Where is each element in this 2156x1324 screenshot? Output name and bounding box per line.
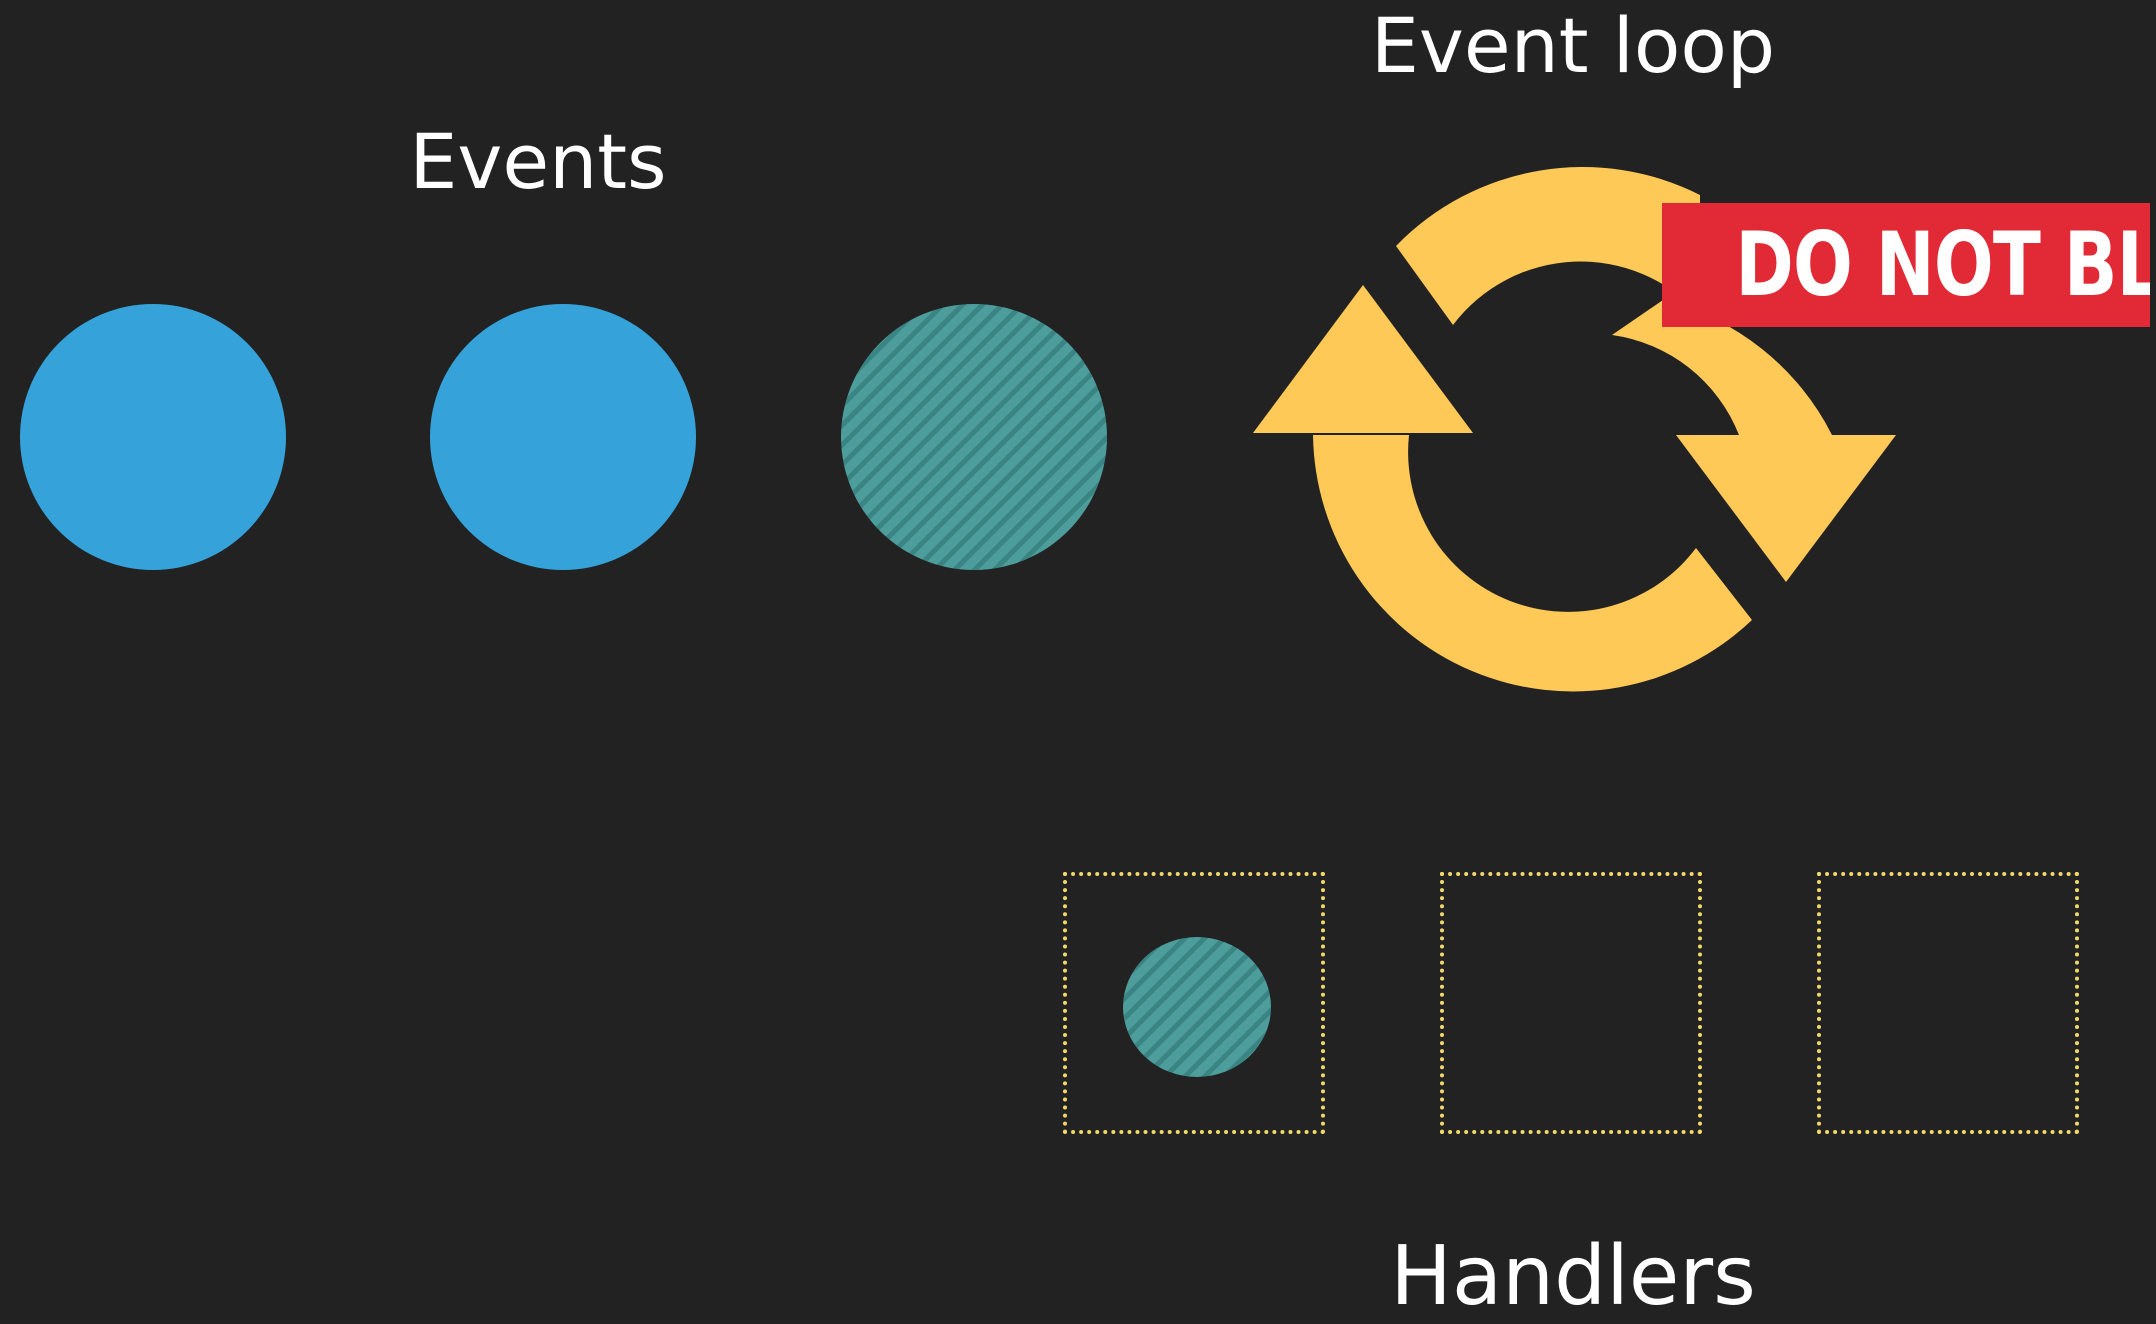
events-title: Events (409, 117, 667, 206)
handler-event-processing (1123, 937, 1271, 1077)
handler-slot-2 (1440, 872, 1702, 1134)
handler-slot-3 (1817, 872, 2079, 1134)
event-queued-2 (430, 304, 696, 570)
handlers-title: Handlers (1390, 1229, 1756, 1324)
do-not-block-text: DO NOT BLOCK (1735, 213, 2150, 316)
event-loop-title: Event loop (1370, 1, 1776, 90)
event-processing (841, 304, 1107, 570)
event-queued-1 (20, 304, 286, 570)
do-not-block-badge: DO NOT BLOCK (1662, 203, 2150, 327)
